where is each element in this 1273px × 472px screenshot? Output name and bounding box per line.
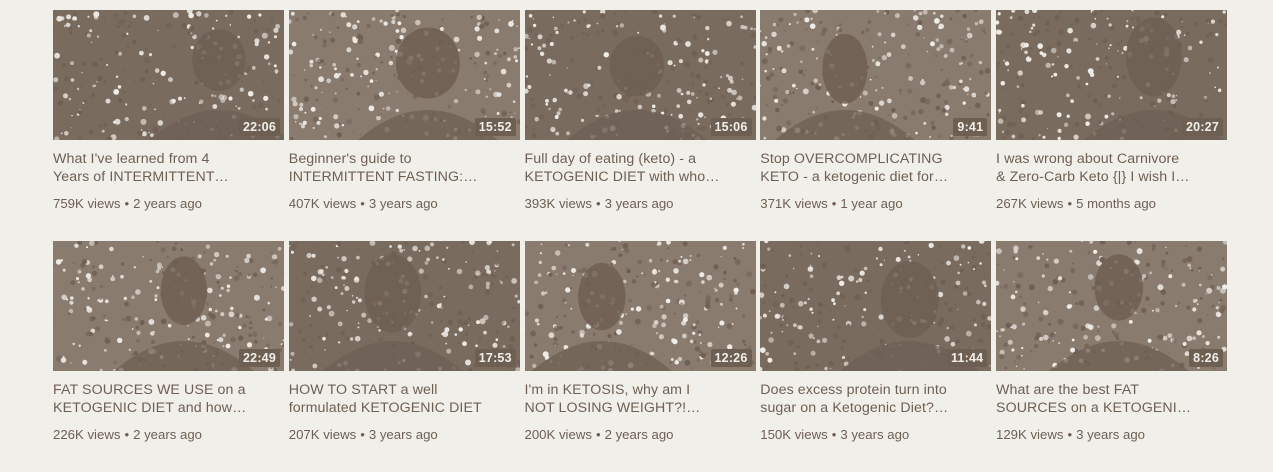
video-thumbnail[interactable]: 9:41 <box>760 10 992 140</box>
view-count: 200K views <box>524 427 592 442</box>
video-card[interactable]: 12:26 I'm in KETOSIS, why am I NOT LOSIN… <box>524 241 756 472</box>
meta-separator: • <box>1067 427 1073 442</box>
view-count: 393K views <box>524 196 592 211</box>
meta-separator: • <box>360 196 365 211</box>
view-count: 226K views <box>53 427 121 442</box>
meta-separator: • <box>831 427 837 442</box>
duration-badge: 20:27 <box>1182 118 1223 136</box>
meta-separator: • <box>595 196 601 211</box>
duration-badge: 15:52 <box>474 118 516 136</box>
video-thumbnail[interactable]: 17:53 <box>288 241 520 371</box>
video-card[interactable]: 20:27 I was wrong about Carnivore & Zero… <box>996 10 1227 241</box>
video-title[interactable]: I'm in KETOSIS, why am I NOT LOSING WEIG… <box>525 382 721 417</box>
video-thumbnail[interactable]: 12:26 <box>524 241 756 371</box>
video-title[interactable]: Stop OVERCOMPLICATING KETO - a ketogenic… <box>760 151 956 186</box>
video-meta: 393K views • 3 years ago <box>525 196 756 212</box>
duration-badge: 17:53 <box>474 349 516 367</box>
meta-separator: • <box>831 196 837 211</box>
video-title[interactable]: HOW TO START a well formulated KETOGENIC… <box>289 382 485 417</box>
duration-badge: 11:44 <box>946 349 988 367</box>
meta-separator: • <box>1067 196 1073 211</box>
video-card[interactable]: 9:41 Stop OVERCOMPLICATING KETO - a keto… <box>760 10 992 241</box>
video-meta: 207K views • 3 years ago <box>289 427 520 443</box>
view-count: 129K views <box>996 427 1064 442</box>
video-meta: 371K views • 1 year ago <box>760 196 991 212</box>
upload-age: 5 months ago <box>1076 196 1156 211</box>
upload-age: 2 years ago <box>133 196 202 211</box>
meta-separator: • <box>124 427 130 442</box>
meta-separator: • <box>360 427 365 442</box>
duration-badge: 12:26 <box>710 349 752 367</box>
meta-separator: • <box>124 196 130 211</box>
view-count: 371K views <box>760 196 828 211</box>
video-thumbnail[interactable]: 11:44 <box>760 241 992 371</box>
video-grid: 22:06 What I've learned from 4 Years of … <box>53 10 1227 472</box>
duration-badge: 22:49 <box>239 349 280 367</box>
upload-age: 1 year ago <box>840 196 903 211</box>
video-card[interactable]: 8:26 What are the best FAT SOURCES on a … <box>996 241 1227 472</box>
view-count: 267K views <box>996 196 1064 211</box>
video-meta: 200K views • 2 years ago <box>525 427 756 443</box>
duration-badge: 15:06 <box>710 118 752 136</box>
video-thumbnail[interactable]: 15:52 <box>288 10 520 140</box>
video-thumbnail[interactable]: 22:49 <box>53 241 284 371</box>
meta-separator: • <box>595 427 601 442</box>
upload-age: 3 years ago <box>368 196 438 211</box>
video-title[interactable]: FAT SOURCES WE USE on a KETOGENIC DIET a… <box>53 382 249 417</box>
view-count: 759K views <box>53 196 121 211</box>
view-count: 207K views <box>288 427 357 442</box>
video-meta: 226K views • 2 years ago <box>53 427 284 443</box>
upload-age: 2 years ago <box>604 427 674 442</box>
video-thumbnail[interactable]: 8:26 <box>996 241 1227 371</box>
video-card[interactable]: 15:52 Beginner's guide to INTERMITTENT F… <box>288 10 520 241</box>
upload-age: 3 years ago <box>368 427 438 442</box>
view-count: 407K views <box>288 196 357 211</box>
video-title[interactable]: Full day of eating (keto) - a KETOGENIC … <box>525 151 721 186</box>
video-title[interactable]: What I've learned from 4 Years of INTERM… <box>53 151 249 186</box>
upload-age: 3 years ago <box>604 196 674 211</box>
video-title[interactable]: What are the best FAT SOURCES on a KETOG… <box>996 382 1192 417</box>
video-meta: 129K views • 3 years ago <box>996 427 1227 443</box>
video-thumbnail[interactable]: 20:27 <box>996 10 1227 140</box>
duration-badge: 8:26 <box>1189 349 1223 367</box>
upload-age: 3 years ago <box>840 427 910 442</box>
video-card[interactable]: 17:53 HOW TO START a well formulated KET… <box>288 241 520 472</box>
video-meta: 150K views • 3 years ago <box>760 427 991 443</box>
video-title[interactable]: I was wrong about Carnivore & Zero-Carb … <box>996 151 1192 186</box>
view-count: 150K views <box>760 427 828 442</box>
video-card[interactable]: 22:06 What I've learned from 4 Years of … <box>53 10 284 241</box>
video-card[interactable]: 22:49 FAT SOURCES WE USE on a KETOGENIC … <box>53 241 284 472</box>
upload-age: 3 years ago <box>1076 427 1145 442</box>
video-thumbnail[interactable]: 22:06 <box>53 10 284 140</box>
video-meta: 267K views • 5 months ago <box>996 196 1227 212</box>
video-title[interactable]: Does excess protein turn into sugar on a… <box>760 382 956 417</box>
duration-badge: 9:41 <box>953 118 988 136</box>
video-thumbnail[interactable]: 15:06 <box>524 10 756 140</box>
video-card[interactable]: 11:44 Does excess protein turn into suga… <box>760 241 992 472</box>
video-card[interactable]: 15:06 Full day of eating (keto) - a KETO… <box>524 10 756 241</box>
video-meta: 407K views • 3 years ago <box>289 196 520 212</box>
upload-age: 2 years ago <box>133 427 202 442</box>
video-title[interactable]: Beginner's guide to INTERMITTENT FASTING… <box>289 151 485 186</box>
duration-badge: 22:06 <box>239 118 280 136</box>
video-meta: 759K views • 2 years ago <box>53 196 284 212</box>
